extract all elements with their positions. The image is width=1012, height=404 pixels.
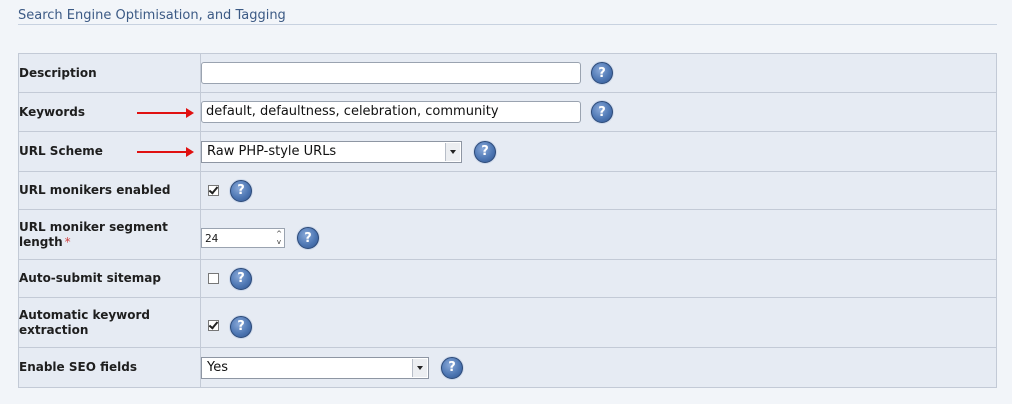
seo-settings-table: Description ? Keywords default, defaultn… [18, 53, 997, 388]
help-icon[interactable]: ? [230, 315, 252, 338]
row-seo-fields: Enable SEO fields Yes ? [18, 347, 997, 388]
row-moniker-length: URL moniker segment length * 24 ^ v ? [18, 209, 997, 260]
required-marker: * [64, 234, 71, 249]
dropdown-arrow-icon[interactable] [445, 142, 460, 161]
url-monikers-label: URL monikers enabled [18, 171, 201, 210]
seo-fields-select[interactable]: Yes [201, 356, 429, 379]
dropdown-arrow-icon[interactable] [412, 358, 427, 377]
url-scheme-selected-value: Raw PHP-style URLs [207, 144, 337, 159]
moniker-length-value: 24 [205, 231, 219, 245]
help-icon[interactable]: ? [591, 62, 613, 84]
row-auto-keyword: Automatic keyword extraction ? [18, 297, 997, 348]
help-icon[interactable]: ? [230, 267, 252, 290]
row-description: Description ? [18, 53, 997, 93]
section-title: Search Engine Optimisation, and Tagging [18, 8, 286, 23]
help-icon[interactable]: ? [591, 101, 613, 123]
row-url-monikers: URL monikers enabled ? [18, 171, 997, 210]
seo-fields-selected-value: Yes [207, 360, 228, 375]
row-keywords: Keywords default, defaultness, celebrati… [18, 92, 997, 132]
help-icon[interactable]: ? [230, 179, 252, 202]
auto-keyword-label: Automatic keyword extraction [18, 297, 201, 348]
stepper-arrows-icon[interactable]: ^ v [274, 230, 284, 246]
red-arrow-icon [137, 147, 194, 157]
url-scheme-label: URL Scheme [19, 144, 103, 158]
url-monikers-checkbox[interactable] [208, 185, 219, 196]
description-label: Description [18, 53, 201, 93]
help-icon[interactable]: ? [441, 356, 463, 379]
auto-sitemap-label: Auto-submit sitemap [18, 259, 201, 298]
description-input[interactable] [201, 62, 581, 84]
row-url-scheme: URL Scheme Raw PHP-style URLs ? [18, 131, 997, 172]
seo-fields-label: Enable SEO fields [18, 347, 201, 388]
moniker-length-stepper[interactable]: 24 ^ v [201, 228, 285, 248]
section-divider [18, 24, 997, 25]
keywords-input[interactable]: default, defaultness, celebration, commu… [201, 101, 581, 123]
help-icon[interactable]: ? [297, 227, 319, 249]
auto-keyword-checkbox[interactable] [208, 319, 219, 331]
auto-sitemap-checkbox[interactable] [208, 273, 219, 284]
row-auto-sitemap: Auto-submit sitemap ? [18, 259, 997, 298]
url-scheme-select[interactable]: Raw PHP-style URLs [201, 140, 462, 163]
help-icon[interactable]: ? [474, 140, 496, 163]
moniker-length-label: URL moniker segment length [19, 219, 168, 249]
red-arrow-icon [137, 108, 194, 118]
keywords-label: Keywords [19, 104, 86, 119]
